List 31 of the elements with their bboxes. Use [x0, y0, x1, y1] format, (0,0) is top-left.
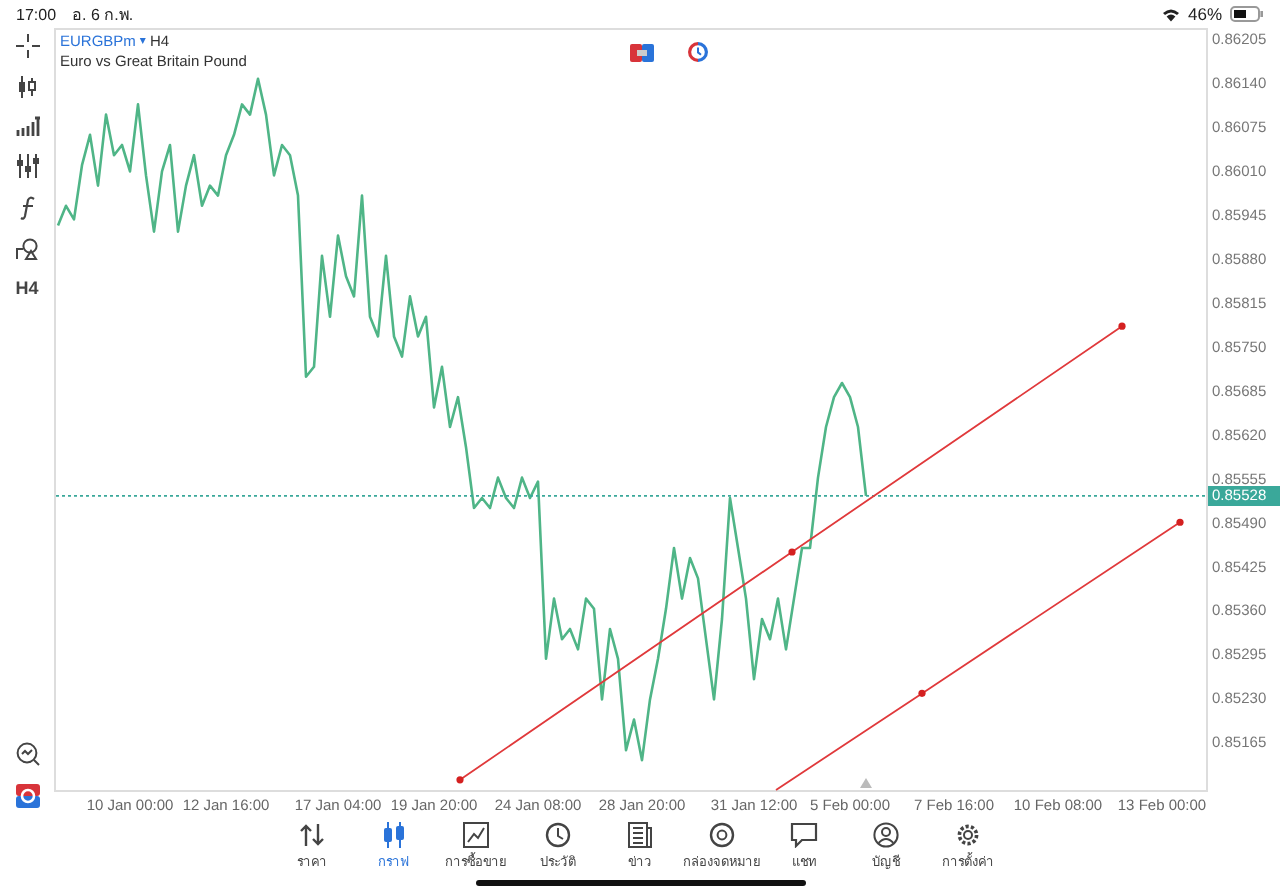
- one-click-trading-icon[interactable]: [630, 43, 654, 61]
- clock-time: 17:00: [16, 5, 57, 23]
- nav-icon: [298, 822, 326, 848]
- function-icon[interactable]: [19, 196, 35, 220]
- trendline-handle[interactable]: [456, 776, 464, 784]
- nav-icon: [790, 822, 818, 848]
- battery-percent: 46%: [1187, 4, 1222, 24]
- bar-chart-icon[interactable]: [15, 116, 39, 136]
- battery-icon: [1230, 6, 1264, 22]
- marker-icon: [860, 778, 872, 788]
- candlestick-icon[interactable]: [16, 76, 38, 98]
- shapes-icon[interactable]: [15, 238, 39, 260]
- trendline-handle[interactable]: [788, 548, 796, 556]
- crosshair-icon[interactable]: [15, 34, 39, 58]
- clock-icon[interactable]: [688, 42, 708, 62]
- nav-icon: [544, 822, 572, 848]
- nav-icon: [954, 822, 982, 848]
- nav-icon: [626, 822, 654, 848]
- wifi-icon: [1161, 7, 1180, 21]
- nav-icon: [380, 822, 408, 848]
- nav-icon: [462, 822, 490, 848]
- date-text: อ. 6 ก.พ.: [72, 3, 134, 27]
- timeframe-button[interactable]: H4: [15, 278, 39, 298]
- nav-icon: [872, 822, 900, 848]
- trendline-handle[interactable]: [918, 689, 926, 697]
- trendline-handle[interactable]: [1176, 518, 1184, 526]
- sliders-icon[interactable]: [15, 154, 39, 178]
- chart-search-icon[interactable]: [15, 742, 39, 766]
- trendline-handle[interactable]: [1118, 322, 1126, 330]
- app-logo-icon[interactable]: [15, 784, 39, 808]
- nav-icon: [708, 822, 736, 848]
